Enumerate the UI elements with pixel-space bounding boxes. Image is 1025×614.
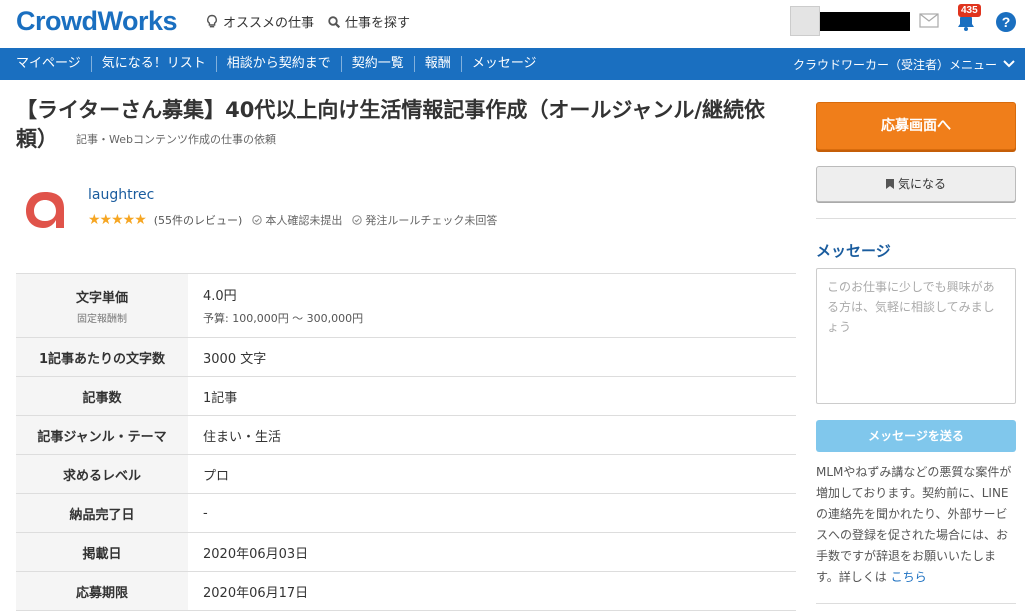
identity-status-text: 本人確認未提出: [265, 214, 343, 227]
table-row: 1記事あたりの文字数 3000 文字: [16, 337, 796, 377]
recommended-jobs-link[interactable]: オススメの仕事: [205, 12, 314, 31]
find-jobs-label: 仕事を探す: [345, 16, 411, 31]
search-icon: [328, 15, 341, 28]
main-nav: マイページ 気になる！リスト 相談から契約まで 契約一覧 報酬 メッセージ クラ…: [0, 48, 1025, 80]
send-message-button[interactable]: メッセージを送る: [816, 420, 1016, 452]
row-value: 3000 文字: [188, 337, 796, 377]
nav-rewards[interactable]: 報酬: [415, 56, 462, 72]
nav-messages[interactable]: メッセージ: [462, 56, 547, 72]
table-row: 求めるレベル プロ: [16, 454, 796, 494]
scam-warning: MLMやねずみ講などの悪質な案件が増加しております。契約前に、LINEの連絡先を…: [816, 462, 1018, 588]
rating-stars: ★★★★★: [88, 212, 147, 228]
table-row: 記事数 1記事: [16, 376, 796, 416]
favorite-label: 気になる: [897, 177, 946, 191]
bulb-icon: [207, 14, 217, 27]
apply-button[interactable]: 応募画面へ: [816, 102, 1016, 150]
unit-price-label: 文字単価: [75, 290, 128, 306]
job-category: 記事・Webコンテンツ作成の仕事の依頼: [76, 133, 276, 146]
unit-price-header: 文字単価 固定報酬制: [16, 273, 188, 338]
check-circle-icon: [252, 215, 263, 225]
row-value: 住まい・生活: [188, 415, 796, 455]
table-row: 掲載日 2020年06月03日: [16, 532, 796, 572]
client-name[interactable]: laughtrec: [88, 187, 154, 203]
payment-type: 固定報酬制: [77, 313, 127, 325]
table-row: 文字単価 固定報酬制 4.0円 予算: 100,000円 〜 300,000円: [16, 273, 796, 338]
client-logo[interactable]: [22, 182, 68, 232]
row-label: 求めるレベル: [16, 454, 188, 494]
review-count-link[interactable]: (55件のレビュー): [154, 212, 243, 228]
row-label: 納品完了日: [16, 493, 188, 533]
redacted-username[interactable]: [820, 12, 910, 31]
check-circle-icon: [352, 215, 363, 225]
nav-favorites-list[interactable]: 気になる！リスト: [92, 56, 217, 72]
worker-menu-label: クラウドワーカー（受注者）メニュー: [792, 57, 997, 72]
table-row: 納品完了日 -: [16, 493, 796, 533]
worker-menu[interactable]: クラウドワーカー（受注者）メニュー: [793, 48, 1015, 80]
row-label: 応募期限: [16, 571, 188, 611]
row-value: 1記事: [188, 376, 796, 416]
help-icon[interactable]: ?: [996, 12, 1016, 32]
table-row: 応募期限 2020年06月17日: [16, 571, 796, 611]
mail-icon[interactable]: [919, 13, 939, 28]
nav-contracts[interactable]: 契約一覧: [342, 56, 415, 72]
rule-check-status: 発注ルールチェック未回答: [352, 212, 497, 228]
identity-status: 本人確認未提出: [252, 212, 342, 228]
row-label: 1記事あたりの文字数: [16, 337, 188, 377]
row-value: プロ: [188, 454, 796, 494]
user-avatar[interactable]: [790, 6, 820, 36]
top-header: CrowdWorks オススメの仕事 仕事を探す 435 ?: [0, 0, 1025, 48]
sidebar-divider: [816, 603, 1016, 604]
find-jobs-link[interactable]: 仕事を探す: [327, 12, 410, 31]
client-rating: ★★★★★ (55件のレビュー) 本人確認未提出 発注ルールチェック未回答: [88, 212, 497, 228]
scam-warning-text: MLMやねずみ講などの悪質な案件が増加しております。契約前に、LINEの連絡先を…: [816, 465, 1012, 584]
table-row: 記事ジャンル・テーマ 住まい・生活: [16, 415, 796, 455]
message-input[interactable]: [816, 268, 1016, 404]
row-value: -: [188, 493, 796, 533]
row-label: 記事数: [16, 376, 188, 416]
chevron-down-icon: [1003, 60, 1015, 68]
budget-range: 予算: 100,000円 〜 300,000円: [203, 312, 364, 325]
row-label: 掲載日: [16, 532, 188, 572]
favorite-button[interactable]: 気になる: [816, 166, 1016, 202]
unit-price-cell: 4.0円 予算: 100,000円 〜 300,000円: [188, 273, 796, 338]
row-value: 2020年06月17日: [188, 571, 796, 611]
recommended-jobs-label: オススメの仕事: [223, 16, 315, 31]
details-link[interactable]: こちら: [891, 570, 927, 584]
message-heading: メッセージ: [816, 242, 891, 260]
notification-badge: 435: [958, 4, 981, 17]
crowdworks-logo[interactable]: CrowdWorks: [16, 6, 178, 37]
row-value: 2020年06月03日: [188, 532, 796, 572]
nav-mypage[interactable]: マイページ: [6, 56, 92, 72]
job-details-table: 文字単価 固定報酬制 4.0円 予算: 100,000円 〜 300,000円 …: [16, 273, 796, 611]
sidebar-divider: [816, 218, 1016, 219]
unit-price-value: 4.0円: [203, 289, 237, 304]
job-title: 【ライターさん募集】40代以上向け生活情報記事作成（オールジャンル/継続依頼）記…: [16, 96, 796, 154]
bookmark-icon: [885, 179, 894, 189]
rule-check-status-text: 発注ルールチェック未回答: [365, 214, 498, 227]
row-label: 記事ジャンル・テーマ: [16, 415, 188, 455]
nav-consult-to-contract[interactable]: 相談から契約まで: [217, 56, 342, 72]
